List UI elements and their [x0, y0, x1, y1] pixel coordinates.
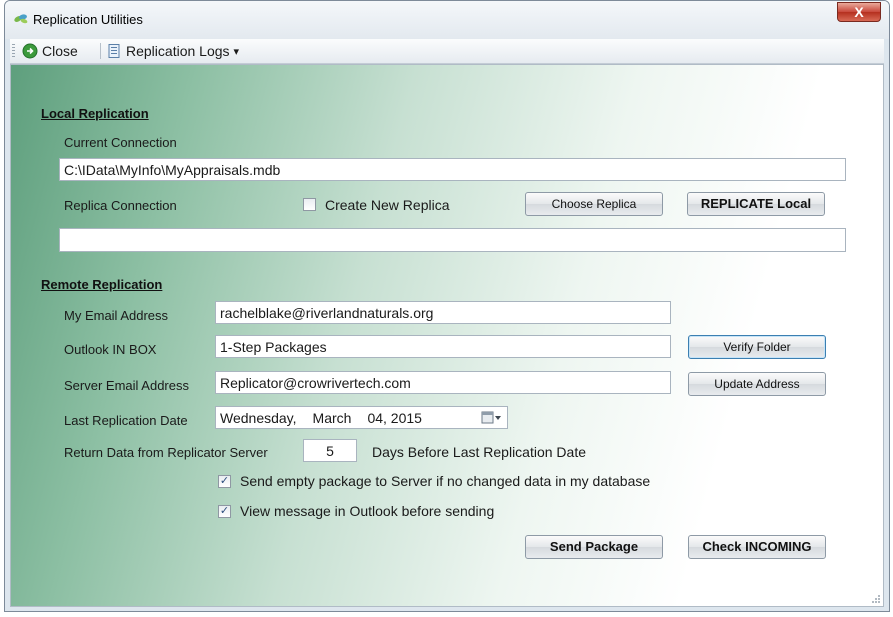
app-leaf-icon	[14, 14, 28, 24]
current-connection-field[interactable]: C:\IData\MyInfo\MyAppraisals.mdb	[59, 158, 846, 181]
document-icon	[108, 44, 120, 58]
chevron-down-icon: ▾	[233, 45, 240, 58]
date-day-year: 04, 2015	[367, 410, 422, 426]
title-bar: Replication Utilities X	[5, 1, 889, 39]
inbox-label: Outlook IN BOX	[64, 342, 157, 357]
current-connection-label: Current Connection	[64, 135, 177, 150]
check-incoming-button[interactable]: Check INCOMING	[688, 535, 826, 559]
email-label: My Email Address	[64, 308, 169, 323]
window-close-button[interactable]: X	[837, 2, 881, 22]
date-weekday: Wednesday,	[220, 410, 297, 426]
last-date-label: Last Replication Date	[64, 413, 188, 428]
return-data-label: Return Data from Replicator Server	[64, 445, 268, 460]
send-empty-package-checkbox[interactable]: ✓	[218, 475, 231, 488]
create-new-replica-label: Create New Replica	[325, 197, 450, 213]
window-title: Replication Utilities	[33, 12, 143, 27]
choose-replica-button[interactable]: Choose Replica	[525, 192, 663, 216]
calendar-dropdown-icon[interactable]	[481, 411, 503, 425]
resize-grip-icon[interactable]	[871, 594, 881, 604]
return-days-suffix: Days Before Last Replication Date	[372, 444, 586, 460]
server-email-label: Server Email Address	[64, 378, 189, 393]
replicate-local-button[interactable]: REPLICATE Local	[687, 192, 825, 216]
toolbar-grip[interactable]	[12, 44, 15, 59]
create-new-replica-checkbox[interactable]	[303, 198, 316, 211]
send-empty-package-label: Send empty package to Server if no chang…	[240, 473, 651, 489]
update-address-button[interactable]: Update Address	[688, 372, 826, 396]
close-button[interactable]: Close	[22, 42, 78, 60]
replica-connection-label: Replica Connection	[64, 198, 177, 213]
green-arrow-icon	[22, 43, 38, 59]
view-message-label: View message in Outlook before sending	[240, 503, 495, 519]
date-month: March	[312, 410, 352, 426]
verify-folder-button[interactable]: Verify Folder	[688, 335, 826, 359]
inbox-field[interactable]: 1-Step Packages	[215, 335, 671, 358]
toolbar: Close Replication Logs ▾	[10, 39, 884, 64]
server-email-field[interactable]: Replicator@crowrivertech.com	[215, 371, 671, 394]
send-package-button[interactable]: Send Package	[525, 535, 663, 559]
last-replication-date-picker[interactable]: Wednesday, March 04, 2015	[215, 406, 508, 429]
replication-logs-dropdown[interactable]: Replication Logs ▾	[106, 42, 239, 60]
replica-connection-field[interactable]	[59, 228, 846, 252]
close-label: Close	[42, 43, 78, 59]
remote-replication-heading: Remote Replication	[41, 277, 163, 292]
main-panel: Local Replication Current Connection C:\…	[10, 64, 884, 607]
toolbar-separator	[100, 43, 101, 59]
replication-utilities-window: Replication Utilities X Close Replicatio…	[4, 0, 890, 612]
view-message-checkbox[interactable]: ✓	[218, 505, 231, 518]
email-field[interactable]: rachelblake@riverlandnaturals.org	[215, 301, 671, 324]
local-replication-heading: Local Replication	[41, 106, 149, 121]
replication-logs-label: Replication Logs	[126, 43, 230, 59]
return-days-field[interactable]: 5	[303, 439, 357, 462]
